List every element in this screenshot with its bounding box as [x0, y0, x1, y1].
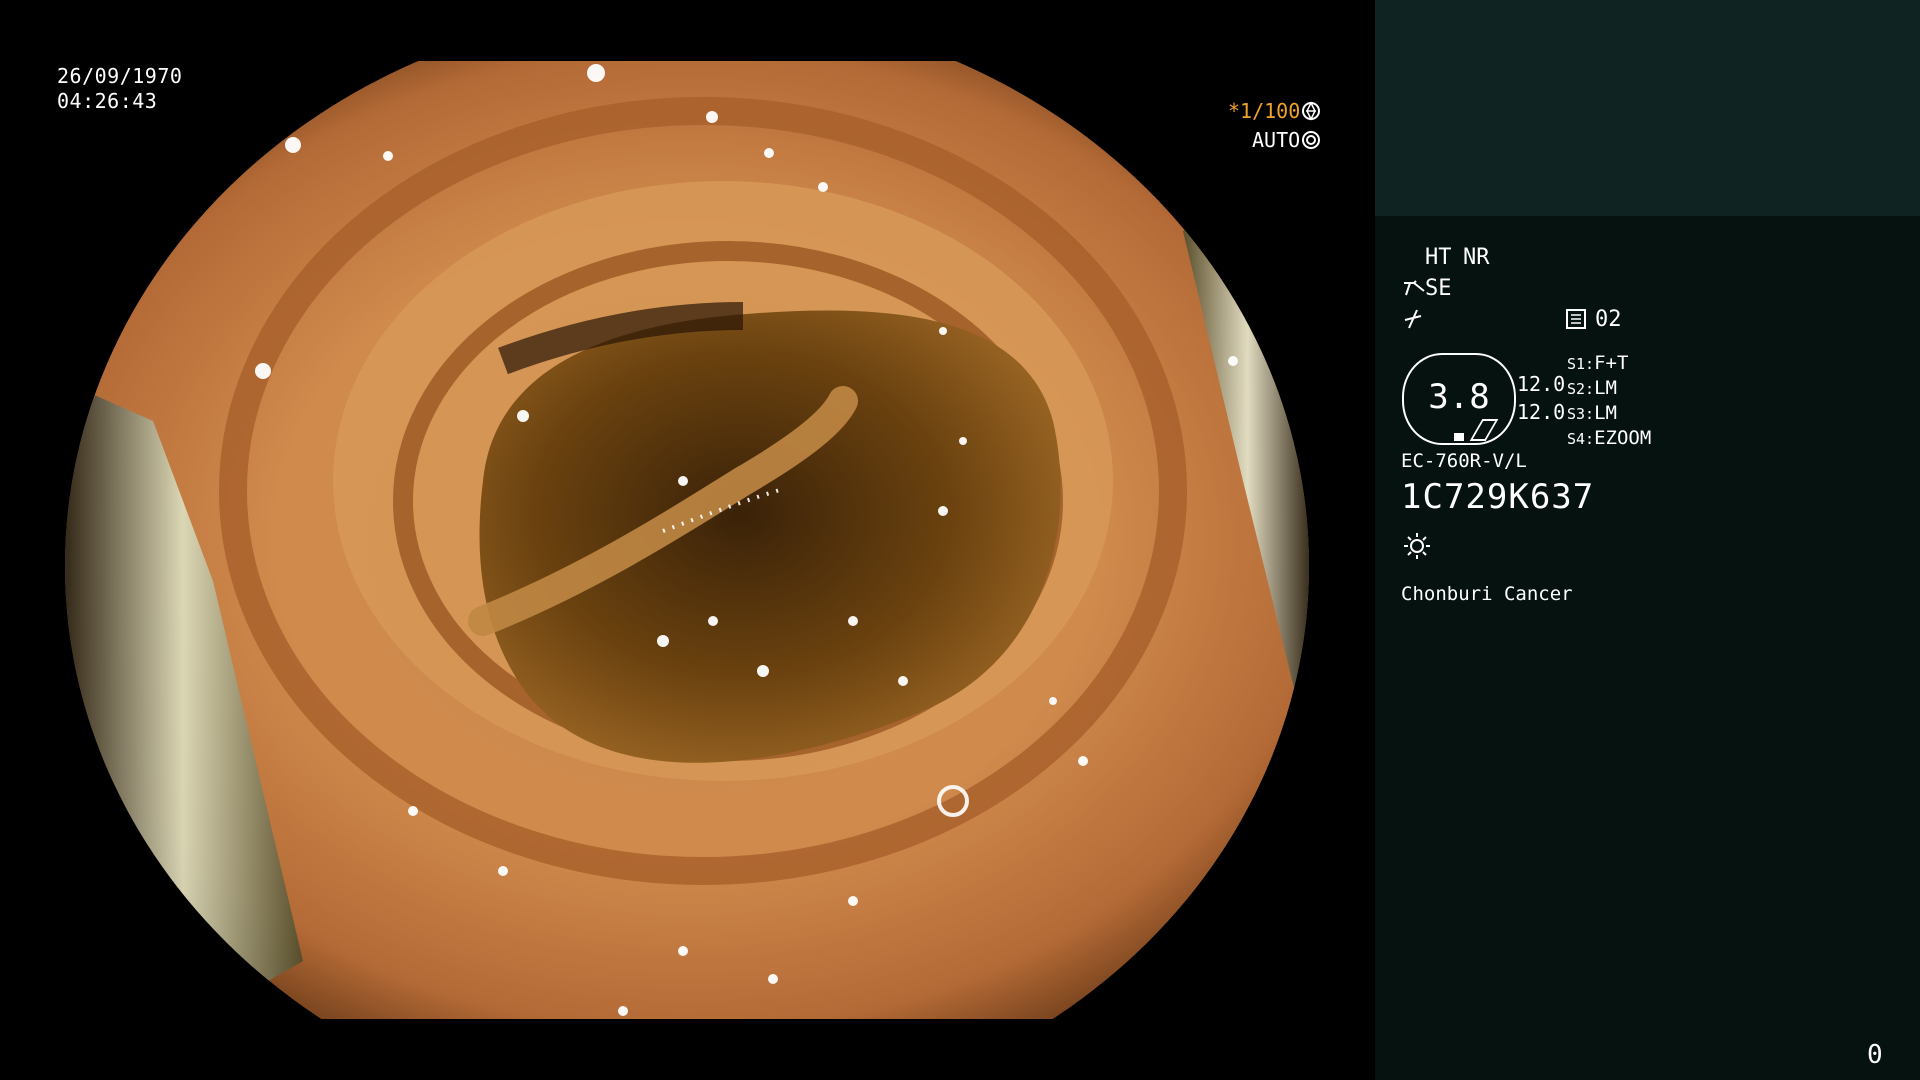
shutter-speed: *1/100	[1228, 99, 1301, 123]
memory-slot: 02	[1595, 307, 1622, 332]
memory-card-icon	[1565, 308, 1587, 334]
gauge-value: 3.8	[1428, 377, 1490, 417]
scope-model: EC-760R-V/L	[1401, 450, 1527, 472]
switch-key: S1:	[1567, 355, 1595, 373]
gauge-reading-2: 12.0	[1517, 400, 1566, 424]
switch-key: S4:	[1567, 430, 1595, 448]
gauge-tick	[1469, 419, 1499, 441]
gauge-marker	[1454, 433, 1464, 441]
frame-counter: 0	[1867, 1040, 1883, 1070]
switch-row: S1:F+T	[1567, 352, 1628, 374]
scope-serial: 1C729K637	[1401, 477, 1595, 517]
aperture-icon	[1301, 101, 1321, 125]
exam-time: 04:26:43	[57, 89, 158, 113]
switch-key: S3:	[1567, 405, 1595, 423]
switch-value: LM	[1594, 402, 1617, 424]
info-panel-header	[1375, 0, 1920, 216]
se-indicator: SE	[1425, 276, 1452, 301]
institution-name: Chonburi Cancer	[1401, 583, 1573, 605]
switch-value: LM	[1594, 377, 1617, 399]
gauge-reading-1: 12.0	[1517, 372, 1566, 396]
info-panel: HT NR SE 02 3.8 12.0 12.0 S1:F+T S2:LM S…	[1375, 0, 1920, 1080]
switch-value: F+T	[1594, 352, 1629, 374]
switch-value: EZOOM	[1594, 427, 1652, 449]
scope-icon	[1402, 279, 1426, 303]
light-icon	[1402, 531, 1432, 565]
gauge: 3.8	[1402, 353, 1516, 445]
enhance-icon	[1402, 308, 1424, 334]
nr-indicator: NR	[1463, 245, 1490, 270]
switch-key: S2:	[1567, 380, 1595, 398]
switch-row: S3:LM	[1567, 402, 1617, 424]
exam-date: 26/09/1970	[57, 64, 183, 88]
exposure-mode: AUTO	[1252, 128, 1301, 152]
endoscopy-image	[63, 61, 1312, 1019]
switch-row: S2:LM	[1567, 377, 1617, 399]
ht-indicator: HT	[1425, 245, 1452, 270]
endoscopy-display: 26/09/1970 04:26:43 *1/100 AUTO	[0, 0, 1375, 1080]
iris-icon	[1301, 130, 1321, 154]
switch-row: S4:EZOOM	[1567, 427, 1651, 449]
